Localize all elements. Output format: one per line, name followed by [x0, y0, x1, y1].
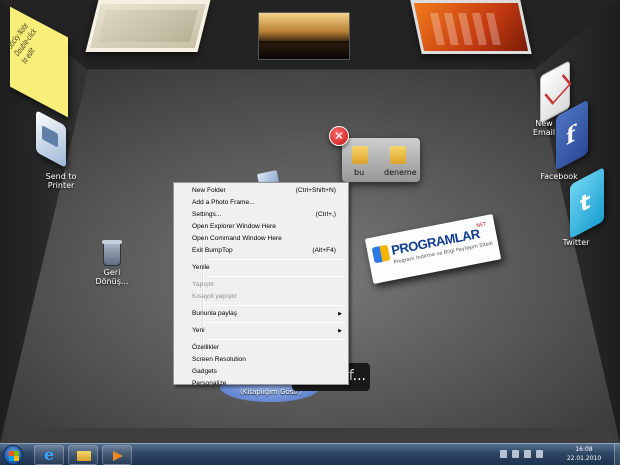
folder-pile[interactable]: bu deneme	[342, 138, 420, 182]
menu-item-add-photo-frame[interactable]: Add a Photo Frame...	[176, 197, 346, 209]
tray-icons	[490, 450, 560, 460]
clock-time[interactable]: 16:08	[562, 446, 606, 453]
menu-item-open-command[interactable]: Open Command Window Here	[176, 233, 346, 245]
windows-logo-icon	[9, 451, 19, 461]
menu-item-label: Gadgets	[192, 368, 217, 375]
menu-item-label: Settings...	[192, 211, 222, 218]
submenu-arrow-icon: ▶	[338, 311, 342, 317]
close-pile-icon[interactable]: ✕	[329, 126, 349, 146]
send-to-printer-label: Send to Printer	[45, 172, 77, 190]
menu-item-settings[interactable]: Settings... (Ctrl+,)	[176, 209, 346, 221]
menu-item-label: Kısayol yapıştır	[192, 293, 238, 300]
menu-item-label: Yapıştır	[192, 281, 215, 288]
menu-item-shortcut: (Ctrl+Shift+N)	[295, 187, 336, 194]
photo-frame-center[interactable]	[258, 12, 350, 60]
menu-item-label: Yenile	[192, 264, 210, 271]
file-explorer-icon[interactable]	[68, 445, 98, 465]
clock-date[interactable]: 22.01.2010	[562, 455, 606, 462]
menu-item-label: Bununla paylaş	[192, 310, 238, 317]
menu-item-paste-shortcut: Kısayol yapıştır	[176, 291, 346, 303]
media-player-icon[interactable]	[102, 445, 132, 465]
folder-label: deneme	[384, 168, 417, 177]
menu-item-label: Add a Photo Frame...	[192, 199, 255, 206]
action-center-icon[interactable]	[512, 450, 519, 458]
menu-item-label: New Folder	[192, 187, 226, 194]
menu-item-label: Özellikler	[192, 344, 220, 351]
context-menu: New Folder (Ctrl+Shift+N) Add a Photo Fra…	[173, 182, 349, 387]
menu-item-label: Yeni	[192, 327, 205, 334]
banner-sup: NET	[475, 221, 487, 230]
twitter-label: Twitter	[562, 238, 590, 247]
volume-icon[interactable]	[536, 450, 543, 458]
start-button[interactable]	[3, 445, 23, 465]
menu-item-exit[interactable]: Exit BumpTop (Alt+F4)	[176, 245, 346, 257]
programlar-logo-icon	[371, 244, 391, 264]
tray-app-icon[interactable]	[500, 450, 507, 458]
photo-frame-right[interactable]	[410, 0, 532, 54]
menu-item-label: Open Explorer Window Here	[192, 223, 276, 230]
menu-item-new[interactable]: Yeni ▶	[176, 325, 346, 337]
menu-separator	[206, 276, 344, 277]
menu-separator	[206, 339, 344, 340]
menu-separator	[206, 259, 344, 260]
menu-item-label: Open Command Window Here	[192, 235, 282, 242]
folder-label: bu	[354, 168, 365, 177]
menu-item-screen-resolution[interactable]: Screen Resolution	[176, 354, 346, 366]
menu-item-label: Screen Resolution	[192, 356, 246, 363]
menu-item-label: Exit BumpTop	[192, 247, 233, 254]
menu-separator	[206, 305, 344, 306]
recycle-bin-label: Geri Dönüş...	[95, 268, 129, 286]
menu-item-shortcut: (Alt+F4)	[312, 247, 336, 254]
menu-item-shortcut: (Ctrl+,)	[315, 211, 336, 218]
menu-item-open-explorer[interactable]: Open Explorer Window Here	[176, 221, 346, 233]
facebook-label: Facebook	[540, 172, 578, 181]
menu-item-properties[interactable]: Özellikler	[176, 342, 346, 354]
bumptop-room[interactable]: Sticky Note Double-click to edit Send to…	[0, 0, 620, 443]
network-icon[interactable]	[524, 450, 531, 458]
menu-item-gadgets[interactable]: Gadgets	[176, 366, 346, 378]
menu-item-refresh[interactable]: Yenile	[176, 262, 346, 274]
submenu-arrow-icon: ▶	[338, 328, 342, 334]
recycle-bin-icon[interactable]	[102, 240, 122, 266]
folder-icon[interactable]	[390, 146, 406, 164]
internet-explorer-icon[interactable]	[34, 445, 64, 465]
menu-item-personalize[interactable]: Personalize	[176, 378, 346, 390]
folder-icon[interactable]	[352, 146, 368, 164]
menu-item-share-with[interactable]: Bununla paylaş ▶	[176, 308, 346, 320]
taskbar: 16:08 22.01.2010	[0, 443, 620, 465]
menu-item-new-folder[interactable]: New Folder (Ctrl+Shift+N)	[176, 185, 346, 197]
photo-frame-left[interactable]	[85, 0, 211, 52]
menu-item-paste: Yapıştır	[176, 279, 346, 291]
menu-separator	[206, 322, 344, 323]
show-desktop-button[interactable]	[614, 444, 620, 465]
menu-item-label: Personalize	[192, 380, 227, 387]
